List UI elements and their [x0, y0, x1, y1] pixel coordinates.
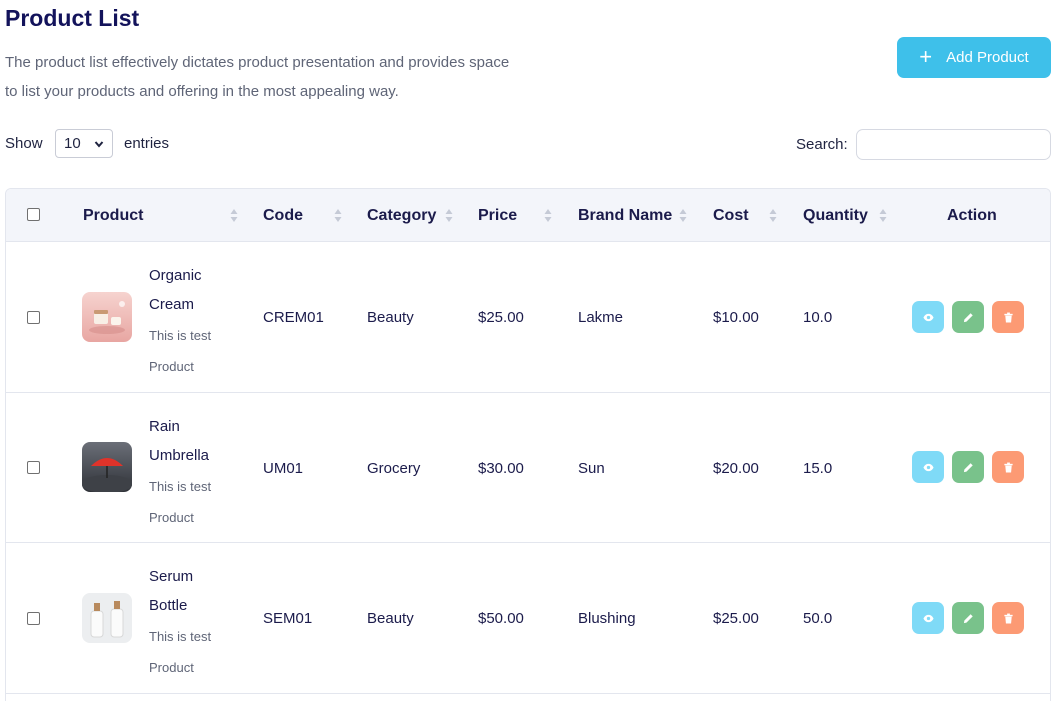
column-header-action: Action — [947, 206, 997, 224]
cream-image — [82, 292, 132, 342]
trash-icon — [1003, 613, 1013, 623]
code-cell: UM01 — [263, 459, 304, 477]
code-cell: SEM01 — [263, 610, 313, 627]
delete-button[interactable] — [992, 301, 1024, 333]
table-row: Rain Umbrella This is test Product UM01 … — [6, 393, 1050, 543]
page-description: The product list effectively dictates pr… — [5, 48, 565, 106]
product-name-line-1: Serum — [149, 568, 194, 585]
product-desc-line-2: Product — [149, 660, 194, 675]
product-description: This is test Product — [149, 621, 229, 683]
column-header-code[interactable]: Code — [263, 189, 303, 242]
eye-icon — [922, 463, 934, 471]
row-checkbox[interactable] — [27, 311, 40, 324]
product-name-line-2: Umbrella — [149, 447, 210, 464]
edit-button[interactable] — [952, 451, 984, 483]
product-desc-line-1: This is test — [149, 479, 212, 494]
product-description: This is test Product — [149, 320, 229, 382]
search-label: Search: — [796, 136, 848, 153]
product-name: Rain Umbrella — [149, 412, 229, 470]
select-all-checkbox[interactable] — [27, 208, 40, 221]
price-cell: $30.00 — [478, 459, 524, 477]
eye-icon — [922, 313, 934, 321]
trash-icon — [1003, 462, 1013, 472]
cost-cell: $20.00 — [713, 459, 759, 477]
description-line-1: The product list effectively dictates pr… — [5, 54, 510, 71]
sort-icon[interactable] — [544, 208, 552, 223]
column-header-brand-name[interactable]: Brand Name — [578, 189, 672, 242]
edit-button[interactable] — [952, 602, 984, 634]
trash-icon — [1003, 312, 1013, 322]
serum-bottle-image — [82, 593, 132, 643]
entries-label: entries — [124, 135, 170, 152]
view-button[interactable] — [912, 602, 944, 634]
product-desc-line-2: Product — [149, 359, 194, 374]
row-checkbox[interactable] — [27, 461, 40, 474]
view-button[interactable] — [912, 301, 944, 333]
product-name-line-1: Rain — [149, 418, 180, 435]
price-cell: $50.00 — [478, 610, 524, 627]
product-desc-line-1: This is test — [149, 328, 212, 343]
pencil-icon — [963, 613, 973, 623]
brand-cell: Sun — [578, 459, 605, 477]
edit-button[interactable] — [952, 301, 984, 333]
product-table: Product Code Category Price Brand Name C… — [5, 188, 1051, 701]
table-header: Product Code Category Price Brand Name C… — [6, 189, 1050, 242]
show-label: Show — [5, 135, 43, 152]
column-header-category[interactable]: Category — [367, 189, 436, 242]
product-desc-line-1: This is test — [149, 629, 212, 644]
delete-button[interactable] — [992, 602, 1024, 634]
quantity-cell: 50.0 — [803, 610, 833, 627]
code-cell: CREM01 — [263, 309, 324, 326]
product-name: Organic Cream — [149, 261, 229, 319]
umbrella-image — [82, 442, 132, 492]
column-header-product[interactable]: Product — [83, 189, 143, 242]
page-title: Product List — [5, 5, 140, 31]
category-cell: Grocery — [367, 459, 421, 477]
table-row: Organic Cream This is test Product CREM0… — [6, 242, 1050, 393]
chevron-down-icon — [94, 140, 104, 148]
category-cell: Beauty — [367, 309, 414, 326]
product-desc-line-2: Product — [149, 510, 194, 525]
add-product-button[interactable]: + Add Product — [897, 37, 1051, 78]
product-description: This is test Product — [149, 471, 229, 533]
brand-cell: Lakme — [578, 309, 624, 326]
add-product-label: Add Product — [946, 49, 1029, 66]
cost-cell: $10.00 — [713, 309, 759, 326]
sort-icon[interactable] — [679, 208, 687, 223]
product-name-line-1: Organic — [149, 267, 202, 284]
cost-cell: $25.00 — [713, 610, 759, 627]
pencil-icon — [963, 462, 973, 472]
eye-icon — [922, 614, 934, 622]
sort-icon[interactable] — [334, 208, 342, 223]
category-cell: Beauty — [367, 610, 414, 627]
entries-select[interactable]: 10 — [55, 129, 113, 158]
column-header-quantity[interactable]: Quantity — [803, 189, 868, 242]
sort-icon[interactable] — [445, 208, 453, 223]
product-name-line-2: Cream — [149, 296, 195, 313]
price-cell: $25.00 — [478, 309, 524, 326]
entries-value: 10 — [64, 135, 81, 152]
quantity-cell: 10.0 — [803, 309, 833, 326]
product-name: Serum Bottle — [149, 562, 229, 620]
row-checkbox[interactable] — [27, 612, 40, 625]
sort-icon[interactable] — [769, 208, 777, 223]
view-button[interactable] — [912, 451, 944, 483]
product-name-line-2: Bottle — [149, 597, 188, 614]
sort-icon[interactable] — [230, 208, 238, 223]
brand-cell: Blushing — [578, 610, 636, 627]
table-row: Serum Bottle This is test Product SEM01 … — [6, 543, 1050, 694]
delete-button[interactable] — [992, 451, 1024, 483]
description-line-2: to list your products and offering in th… — [5, 83, 399, 100]
sort-icon[interactable] — [879, 208, 887, 223]
search-input[interactable] — [856, 129, 1051, 160]
plus-icon: + — [919, 43, 933, 69]
pencil-icon — [963, 312, 973, 322]
column-header-price[interactable]: Price — [478, 189, 517, 242]
column-header-cost[interactable]: Cost — [713, 189, 749, 242]
quantity-cell: 15.0 — [803, 459, 833, 477]
